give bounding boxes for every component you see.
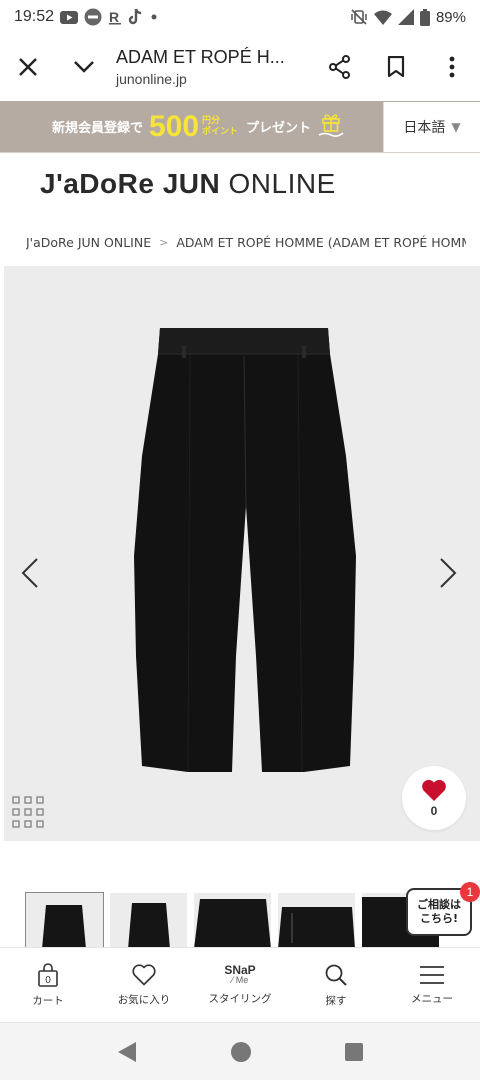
promo-unit-bottom: ポイント bbox=[202, 126, 239, 137]
battery-level: 89% bbox=[435, 8, 466, 26]
breadcrumb-home[interactable]: J'aDoRe JUN ONLINE bbox=[26, 235, 151, 250]
more-vert-icon bbox=[449, 56, 455, 78]
favorite-count: 0 bbox=[430, 804, 438, 818]
nav-search[interactable]: 探す bbox=[288, 948, 384, 1022]
image-grid-button[interactable] bbox=[12, 796, 44, 832]
hamburger-menu-icon bbox=[420, 965, 444, 984]
dot-icon bbox=[150, 13, 158, 21]
system-navigation-bar bbox=[0, 1023, 480, 1080]
chat-notification-badge: 1 bbox=[460, 882, 480, 902]
promo-text-left: 新規会員登録で bbox=[51, 121, 143, 136]
nav-search-label: 探す bbox=[325, 994, 347, 1007]
caret-down-icon: ▼ bbox=[451, 119, 461, 134]
heart-icon bbox=[422, 779, 446, 801]
previous-image-button[interactable] bbox=[10, 551, 50, 595]
language-label: 日本語 bbox=[403, 119, 446, 136]
grid-icon bbox=[12, 796, 44, 828]
page-info[interactable]: ADAM ET ROPÉ H... junonline.jp bbox=[112, 47, 312, 87]
nav-favorites-label: お気に入り bbox=[117, 993, 171, 1006]
thumbnail-3[interactable] bbox=[194, 893, 271, 949]
next-image-button[interactable] bbox=[428, 551, 468, 595]
status-bar: 19:52 R 89% bbox=[0, 0, 480, 34]
thumbnail-strip bbox=[25, 892, 439, 950]
more-options-button[interactable] bbox=[424, 34, 480, 100]
chevron-left-icon bbox=[21, 558, 38, 588]
wifi-icon bbox=[373, 10, 392, 25]
share-icon bbox=[329, 55, 350, 79]
promo-unit-top: 円分 bbox=[202, 116, 221, 127]
cart-icon: 0 bbox=[38, 962, 58, 987]
promo-unit: 円分 ポイント bbox=[202, 116, 238, 137]
bookmark-button[interactable] bbox=[368, 34, 424, 100]
nav-styling[interactable]: SNaP ⁄ Me スタイリング bbox=[192, 948, 288, 1022]
cart-count: 0 bbox=[45, 975, 51, 986]
status-time: 19:52 bbox=[14, 8, 55, 25]
bottom-navigation: 0 カート お気に入り SNaP ⁄ Me スタイリング 探す メニュー bbox=[0, 947, 480, 1023]
chat-line1: ご相談は bbox=[417, 898, 461, 912]
nav-favorites[interactable]: お気に入り bbox=[96, 948, 192, 1022]
thumbnail-1[interactable] bbox=[25, 892, 104, 950]
promo-amount: 500 bbox=[148, 109, 200, 143]
search-icon bbox=[325, 964, 347, 986]
recents-square-icon[interactable] bbox=[345, 1042, 364, 1061]
breadcrumb-separator: > bbox=[159, 236, 169, 249]
snap-logo-bottom: ⁄ Me bbox=[231, 975, 249, 985]
breadcrumb: J'aDoRe JUN ONLINE > ADAM ET ROPÉ HOMME … bbox=[26, 235, 466, 250]
chevron-down-icon bbox=[74, 61, 94, 73]
app-badge-icon bbox=[84, 8, 102, 26]
logo-part2: ONLINE bbox=[220, 168, 336, 199]
site-logo[interactable]: J'aDoRe JUN ONLINE bbox=[40, 168, 336, 200]
thumbnail-image bbox=[42, 905, 86, 949]
language-select[interactable]: 日本語 ▼ bbox=[383, 101, 480, 152]
thumbnail-image bbox=[128, 903, 170, 949]
browser-toolbar: ADAM ET ROPÉ H... junonline.jp bbox=[0, 34, 480, 100]
thumbnail-4[interactable] bbox=[278, 893, 355, 949]
snap-logo-icon: SNaP ⁄ Me bbox=[224, 964, 255, 985]
battery-icon bbox=[419, 8, 430, 26]
signal-icon bbox=[397, 9, 414, 25]
svg-text:R: R bbox=[109, 9, 119, 25]
favorite-button[interactable]: 0 bbox=[402, 766, 466, 830]
promo-banner: 新規会員登録で 500 円分 ポイント プレゼント 日本語 ▼ bbox=[0, 101, 480, 153]
gift-icon bbox=[317, 110, 345, 144]
close-tab-button[interactable] bbox=[0, 34, 56, 100]
thumbnail-image bbox=[194, 899, 271, 949]
chevron-right-icon bbox=[440, 558, 457, 588]
nav-menu[interactable]: メニュー bbox=[384, 948, 480, 1022]
product-image bbox=[134, 328, 356, 773]
nav-cart[interactable]: 0 カート bbox=[0, 948, 96, 1022]
nav-cart-label: カート bbox=[32, 994, 64, 1007]
back-triangle-icon[interactable] bbox=[117, 1041, 137, 1063]
heart-outline-icon bbox=[132, 963, 156, 985]
thumbnail-2[interactable] bbox=[110, 893, 187, 949]
breadcrumb-current[interactable]: ADAM ET ROPÉ HOMME (ADAM ET ROPÉ HOMMI bbox=[176, 235, 466, 250]
youtube-icon bbox=[60, 10, 79, 24]
nav-menu-label: メニュー bbox=[411, 992, 453, 1005]
nav-styling-label: スタイリング bbox=[208, 993, 272, 1005]
promo-text-right: プレゼント bbox=[246, 121, 312, 136]
page-url: junonline.jp bbox=[116, 71, 187, 87]
page-title: ADAM ET ROPÉ H... bbox=[116, 47, 285, 67]
share-button[interactable] bbox=[312, 34, 368, 100]
tiktok-icon bbox=[128, 8, 144, 26]
chat-line2: こちら! bbox=[419, 912, 459, 925]
product-image-carousel[interactable]: 0 bbox=[4, 266, 480, 841]
signup-promo-link[interactable]: 新規会員登録で 500 円分 ポイント プレゼント bbox=[0, 101, 383, 153]
minimize-button[interactable] bbox=[56, 34, 112, 100]
vibrate-off-icon bbox=[350, 8, 368, 26]
bookmark-icon bbox=[387, 56, 405, 78]
home-circle-icon[interactable] bbox=[230, 1041, 252, 1063]
rakuten-icon: R bbox=[108, 9, 122, 25]
thumbnail-image bbox=[278, 907, 355, 949]
close-icon bbox=[19, 58, 37, 76]
logo-part1: J'aDoRe JUN bbox=[40, 168, 221, 199]
